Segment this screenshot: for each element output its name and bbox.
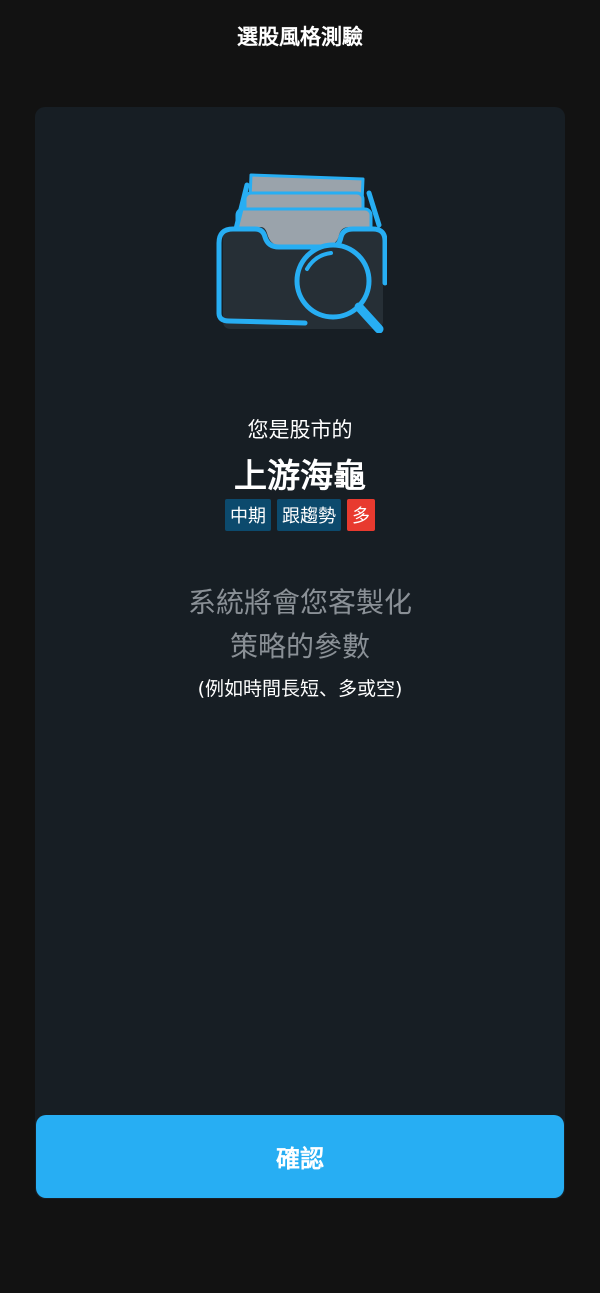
- page-title: 選股風格測驗: [237, 25, 363, 49]
- result-intro: 您是股市的: [247, 418, 353, 442]
- tag-term: 中期: [225, 499, 271, 531]
- result-description: 系統將會您客製化 策略的參數: [35, 581, 565, 669]
- tag-direction: 多: [347, 499, 375, 531]
- confirm-button[interactable]: 確認: [36, 1115, 564, 1198]
- description-line-1: 系統將會您客製化: [187, 586, 412, 619]
- app-header: 選股風格測驗: [0, 0, 600, 72]
- result-tags: 中期 跟趨勢 多: [35, 499, 565, 531]
- tag-trend: 跟趨勢: [277, 499, 341, 531]
- result-hint: (例如時間長短、多或空): [197, 678, 403, 700]
- result-card: 您是股市的 上游海龜 中期 跟趨勢 多 系統將會您客製化 策略的參數 (例如時間…: [35, 107, 565, 1199]
- investor-type-name: 上游海龜: [234, 456, 366, 495]
- description-line-2: 策略的參數: [229, 630, 370, 663]
- folder-search-icon: [216, 173, 387, 333]
